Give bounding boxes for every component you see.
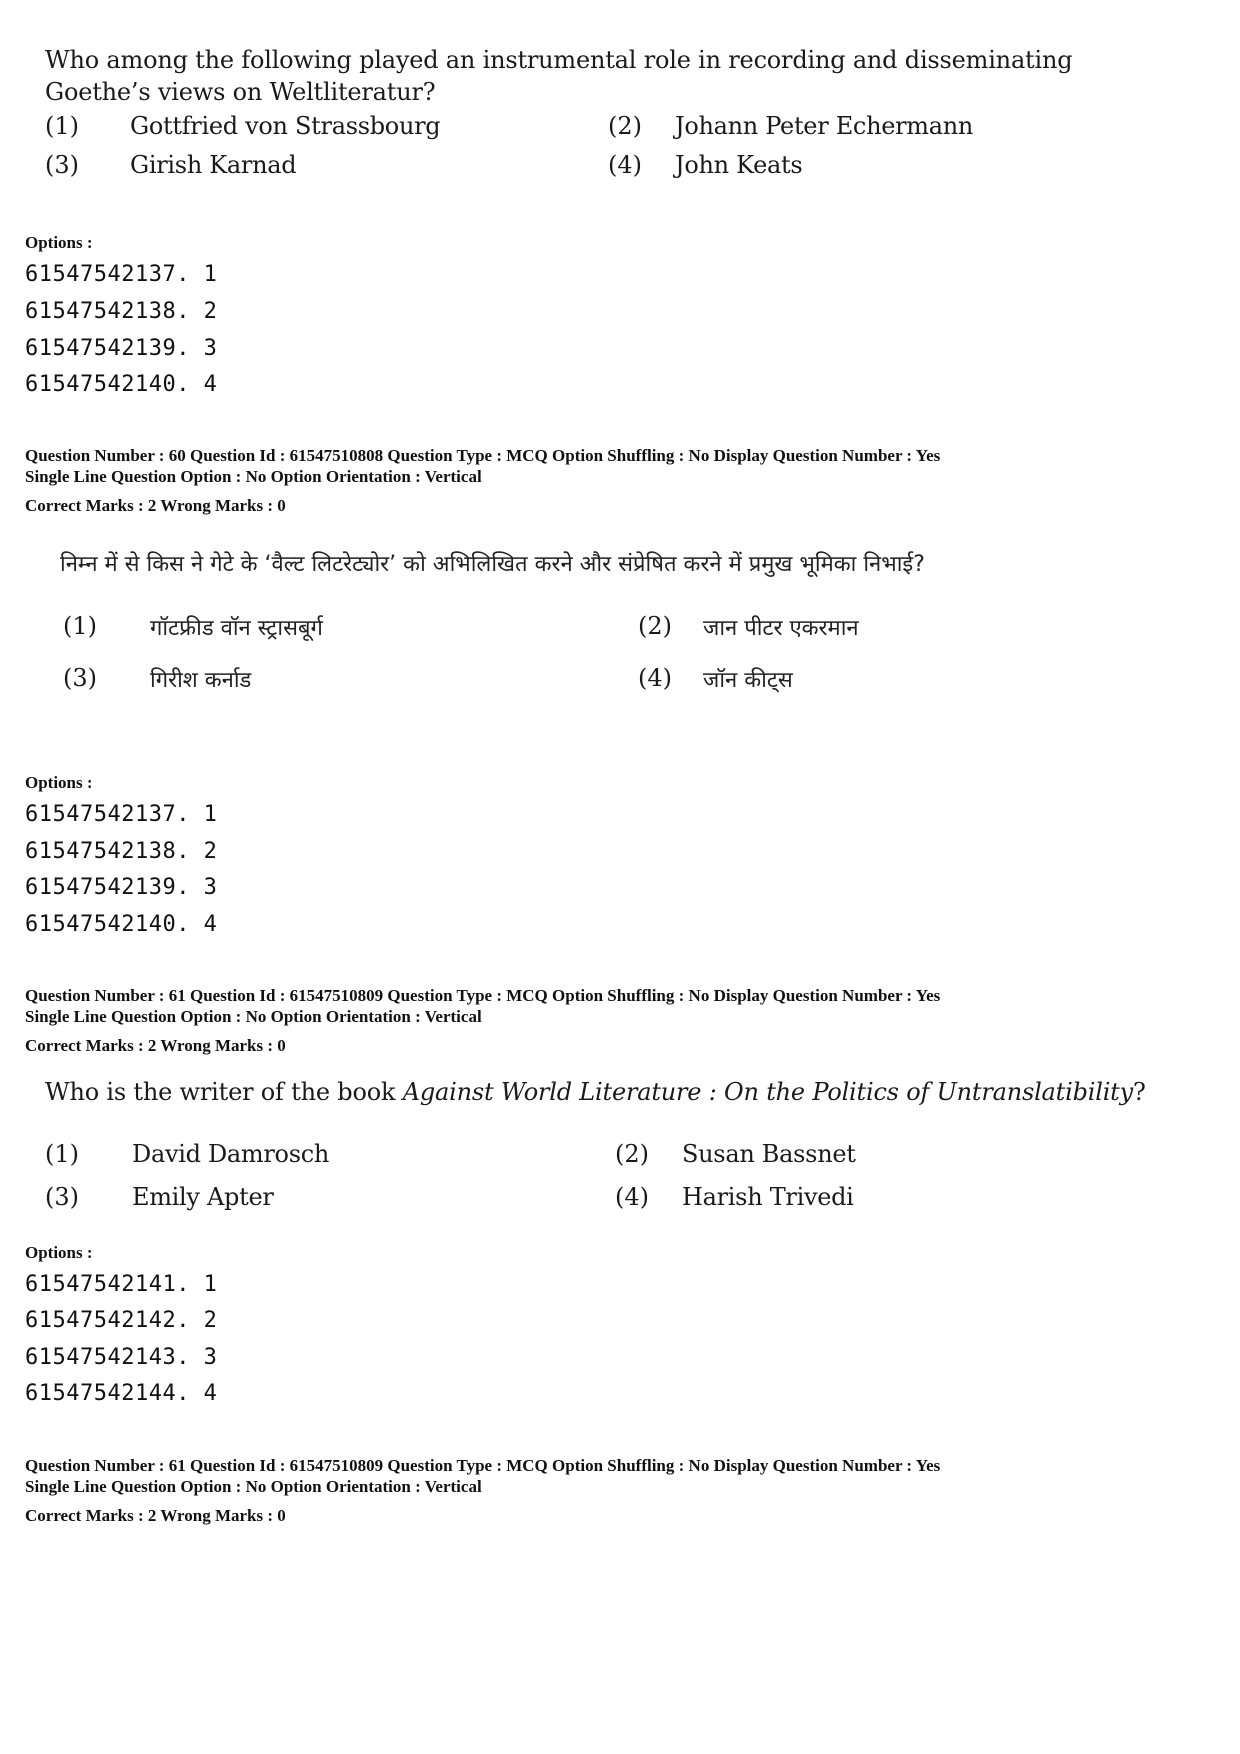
option-number: (2) (638, 612, 672, 640)
option-text: Harish Trivedi (682, 1183, 854, 1211)
question-meta-line: Question Number : 61 Question Id : 61547… (25, 986, 941, 1005)
option-id: 61547542142. 2 (25, 1308, 218, 1333)
option-id: 61547542143. 3 (25, 1345, 218, 1370)
option-number: (2) (615, 1140, 649, 1168)
option-number: (4) (615, 1183, 649, 1211)
option-text: गॉटफ्रीड वॉन स्ट्रासबूर्ग (150, 616, 323, 641)
option-number: (1) (63, 612, 97, 640)
option-number: (3) (45, 1183, 79, 1211)
option-id: 61547542139. 3 (25, 336, 218, 361)
option-text: David Damrosch (132, 1140, 330, 1168)
option-id: 61547542138. 2 (25, 299, 218, 324)
marks-info: Correct Marks : 2 Wrong Marks : 0 (25, 1506, 286, 1525)
question-meta-line: Single Line Question Option : No Option … (25, 1007, 482, 1026)
marks-info: Correct Marks : 2 Wrong Marks : 0 (25, 1036, 286, 1055)
option-id: 61547542139. 3 (25, 875, 218, 900)
question-text-line: Goethe’s views on Weltliteratur? (45, 78, 436, 106)
option-text: जान पीटर एकरमान (703, 616, 859, 641)
book-title: Against World Literature : On the Politi… (402, 1078, 1133, 1106)
option-id: 61547542137. 1 (25, 262, 218, 287)
option-text: Johann Peter Echermann (675, 112, 974, 140)
option-number: (3) (63, 664, 97, 692)
option-id: 61547542138. 2 (25, 839, 218, 864)
option-text: गिरीश कर्नाड (150, 668, 252, 693)
option-id: 61547542144. 4 (25, 1381, 218, 1406)
option-text: Susan Bassnet (682, 1140, 856, 1168)
option-id: 61547542141. 1 (25, 1272, 218, 1297)
question-text: Who is the writer of the book Against Wo… (45, 1078, 1146, 1106)
question-meta-line: Single Line Question Option : No Option … (25, 1477, 482, 1496)
option-text: Emily Apter (132, 1183, 274, 1211)
question-meta: Question Number : 60 Question Id : 61547… (25, 445, 940, 487)
options-label: Options : (25, 1243, 93, 1262)
option-number: (3) (45, 151, 79, 179)
option-text: John Keats (675, 151, 803, 179)
option-text: Gottfried von Strassbourg (130, 112, 441, 140)
question-text-line: Who among the following played an instru… (45, 46, 1073, 74)
option-number: (1) (45, 112, 79, 140)
option-id: 61547542137. 1 (25, 802, 218, 827)
question-meta: Question Number : 61 Question Id : 61547… (25, 1455, 940, 1497)
question-text-suffix: ? (1132, 1078, 1146, 1106)
question-text: Who among the following played an instru… (45, 44, 1205, 108)
option-number: (2) (608, 112, 642, 140)
options-label: Options : (25, 773, 93, 792)
options-label: Options : (25, 233, 93, 252)
marks-info: Correct Marks : 2 Wrong Marks : 0 (25, 496, 286, 515)
option-number: (4) (638, 664, 672, 692)
question-meta-line: Question Number : 61 Question Id : 61547… (25, 1456, 941, 1475)
question-meta: Question Number : 61 Question Id : 61547… (25, 985, 940, 1027)
option-text: जॉन कीट्स (703, 668, 793, 693)
question-meta-line: Single Line Question Option : No Option … (25, 467, 482, 486)
option-number: (1) (45, 1140, 79, 1168)
question-text-prefix: Who is the writer of the book (45, 1078, 403, 1106)
option-id: 61547542140. 4 (25, 372, 218, 397)
option-id: 61547542140. 4 (25, 912, 218, 937)
option-text: Girish Karnad (130, 151, 297, 179)
option-number: (4) (608, 151, 642, 179)
question-meta-line: Question Number : 60 Question Id : 61547… (25, 446, 941, 465)
question-text-hindi: निम्न में से किस ने गेटे के ‘वैल्ट लिटरे… (60, 552, 925, 577)
